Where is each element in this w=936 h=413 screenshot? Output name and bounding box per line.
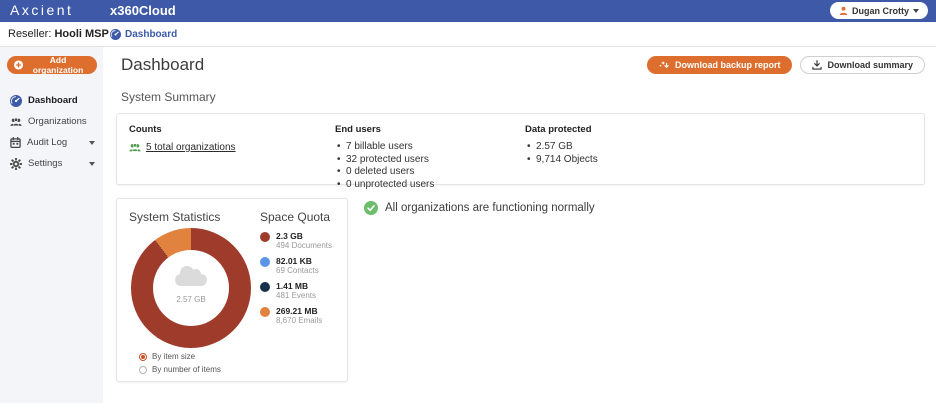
list-item: 0 unprotected users	[335, 179, 525, 192]
reseller-prefix: Reseller:	[8, 28, 51, 40]
sidebar-item-label: Settings	[28, 158, 83, 169]
donut-center: 2.57 GB	[153, 250, 229, 326]
gear-icon	[10, 158, 22, 170]
sidebar-item-organizations[interactable]: Organizations	[0, 111, 103, 132]
radio-label: By number of items	[152, 365, 221, 374]
legend-dot-emails	[260, 307, 270, 317]
data-protected-header: Data protected	[525, 124, 598, 135]
legend-count: 8,670 Emails	[276, 316, 322, 325]
list-item: 2.57 GB	[525, 141, 598, 154]
legend-size: 2.3 GB	[276, 231, 332, 241]
add-organization-label: Add organization	[27, 55, 90, 75]
donut-total-label: 2.57 GB	[176, 295, 205, 304]
sparkle-download-icon	[659, 60, 670, 70]
download-icon	[812, 60, 822, 70]
download-backup-report-label: Download backup report	[675, 60, 781, 70]
sidebar-item-settings[interactable]: Settings	[0, 153, 103, 174]
data-protected-list: 2.57 GB 9,714 Objects	[525, 141, 598, 166]
chart-mode-radio-group: By item size By number of items	[139, 352, 221, 378]
add-organization-button[interactable]: Add organization	[7, 56, 97, 74]
dashboard-icon	[110, 29, 121, 40]
list-item: 9,714 Objects	[525, 154, 598, 167]
space-quota-heading: Space Quota	[260, 210, 330, 224]
breadcrumb-label: Dashboard	[125, 29, 177, 40]
top-bar: Axcient x360Cloud Dugan Crotty	[0, 0, 936, 22]
sidebar-item-audit-log[interactable]: Audit Log	[0, 132, 103, 153]
axcient-logo: Axcient	[10, 2, 73, 18]
counts-column: Counts 5 total organizations	[129, 124, 335, 174]
system-summary-panel: Counts 5 total organizations End users 7…	[116, 113, 925, 185]
status-message-row: All organizations are functioning normal…	[364, 201, 595, 215]
legend-item-events: 1.41 MB481 Events	[260, 281, 332, 300]
radio-by-item-size[interactable]: By item size	[139, 352, 221, 361]
sidebar-nav: Dashboard Organizations Audit Log Settin…	[0, 90, 103, 174]
sidebar: Add organization Dashboard Organizations…	[0, 47, 103, 403]
end-users-column: End users 7 billable users 32 protected …	[335, 124, 525, 174]
plus-circle-icon	[14, 60, 23, 70]
radio-button[interactable]	[139, 353, 147, 361]
total-organizations-link[interactable]: 5 total organizations	[146, 142, 236, 153]
download-summary-button[interactable]: Download summary	[800, 56, 925, 74]
main-content: Dashboard Download backup report Downloa…	[103, 47, 936, 413]
legend-count: 481 Events	[276, 291, 316, 300]
list-item: 0 deleted users	[335, 166, 525, 179]
legend-size: 1.41 MB	[276, 281, 316, 291]
sidebar-item-dashboard[interactable]: Dashboard	[0, 90, 103, 111]
calendar-icon	[10, 137, 21, 148]
legend-size: 269.21 MB	[276, 306, 322, 316]
download-summary-label: Download summary	[827, 60, 913, 70]
status-message: All organizations are functioning normal…	[385, 202, 595, 214]
legend-size: 82.01 KB	[276, 256, 319, 266]
list-item: 7 billable users	[335, 141, 525, 154]
user-icon	[839, 6, 848, 15]
radio-label: By item size	[152, 352, 195, 361]
app-window: Axcient x360Cloud Dugan Crotty Reseller:…	[0, 0, 936, 413]
download-backup-report-button[interactable]: Download backup report	[647, 56, 793, 74]
page-title: Dashboard	[121, 55, 204, 75]
end-users-list: 7 billable users 32 protected users 0 de…	[335, 141, 525, 191]
legend-count: 494 Documents	[276, 241, 332, 250]
sub-header: Reseller: Hooli MSP Dashboard	[0, 22, 936, 47]
legend-count: 69 Contacts	[276, 266, 319, 275]
legend-dot-documents	[260, 232, 270, 242]
chevron-down-icon[interactable]	[89, 141, 95, 145]
user-name: Dugan Crotty	[852, 6, 909, 16]
list-item: 32 protected users	[335, 154, 525, 167]
product-name: x360Cloud	[110, 3, 176, 18]
legend-dot-events	[260, 282, 270, 292]
reseller-name: Hooli MSP	[54, 28, 108, 40]
sidebar-item-label: Audit Log	[27, 137, 83, 148]
dashboard-icon	[10, 95, 22, 107]
user-menu-button[interactable]: Dugan Crotty	[830, 2, 928, 19]
legend-item-contacts: 82.01 KB69 Contacts	[260, 256, 332, 275]
cloud-icon	[175, 274, 207, 286]
counts-header: Counts	[129, 124, 335, 135]
legend-item-documents: 2.3 GB494 Documents	[260, 231, 332, 250]
radio-by-number-of-items[interactable]: By number of items	[139, 365, 221, 374]
donut-chart[interactable]: 2.57 GB	[131, 228, 251, 348]
check-circle-icon	[364, 201, 378, 215]
radio-button[interactable]	[139, 366, 147, 374]
space-quota-legend: 2.3 GB494 Documents 82.01 KB69 Contacts …	[260, 231, 332, 331]
chevron-down-icon[interactable]	[89, 162, 95, 166]
system-statistics-heading: System Statistics	[129, 210, 220, 224]
organizations-icon	[10, 117, 22, 127]
legend-item-emails: 269.21 MB8,670 Emails	[260, 306, 332, 325]
breadcrumb[interactable]: Dashboard	[110, 29, 177, 40]
reseller-label: Reseller: Hooli MSP	[8, 28, 109, 40]
end-users-header: End users	[335, 124, 525, 135]
sidebar-item-label: Organizations	[28, 116, 95, 127]
legend-dot-contacts	[260, 257, 270, 267]
system-statistics-panel: System Statistics Space Quota 2.57 GB 2.…	[116, 198, 348, 382]
data-protected-column: Data protected 2.57 GB 9,714 Objects	[525, 124, 598, 174]
chevron-down-icon	[913, 9, 919, 13]
sidebar-item-label: Dashboard	[28, 95, 95, 106]
organizations-icon	[129, 143, 141, 152]
system-summary-heading: System Summary	[121, 90, 925, 104]
